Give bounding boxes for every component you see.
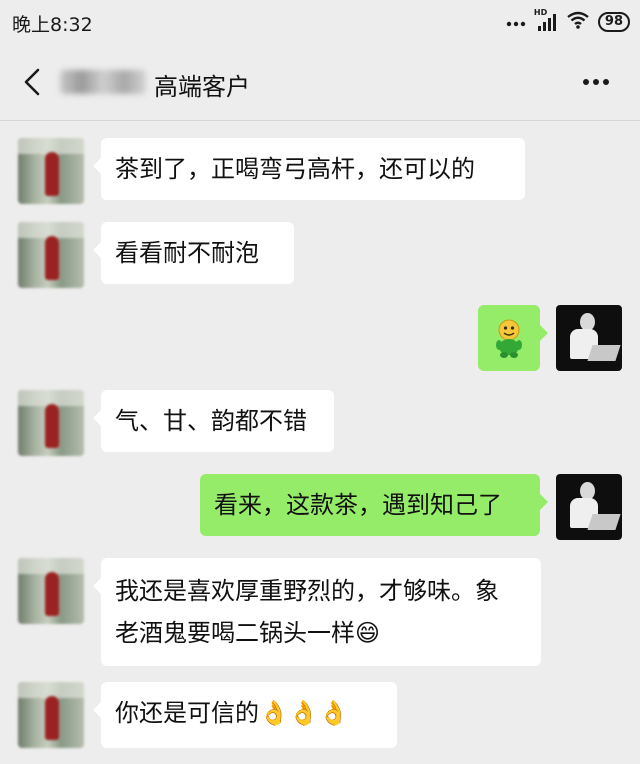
message-text-line: 老酒鬼要喝二锅头一样😄 (115, 619, 381, 647)
message-text: 茶到了，正喝弯弓高杆，还可以的 (115, 155, 475, 183)
blurred-contact-name (60, 70, 146, 94)
back-button[interactable] (18, 64, 48, 100)
message-bubble[interactable]: 我还是喜欢厚重野烈的，才够味。象 老酒鬼要喝二锅头一样😄 (93, 558, 541, 666)
smiling-figure-emoji-icon (496, 319, 522, 358)
status-bar: 晚上8:32 HD 98 (0, 0, 640, 44)
contact-avatar[interactable] (18, 558, 84, 624)
status-icons: HD 98 (506, 8, 630, 34)
message-bubble[interactable]: 茶到了，正喝弯弓高杆，还可以的 (93, 138, 525, 200)
chevron-left-icon (24, 68, 40, 96)
message-text: 你还是可信的👌👌👌 (115, 699, 349, 727)
contact-avatar[interactable] (18, 138, 84, 204)
more-button[interactable] (574, 68, 618, 96)
wifi-icon (566, 10, 590, 34)
cellular-signal-icon: HD (534, 8, 558, 33)
dots-indicator-icon (506, 13, 526, 32)
message-text-line: 我还是喜欢厚重野烈的，才够味。象 (115, 577, 499, 605)
my-avatar[interactable] (556, 474, 622, 540)
message-bubble[interactable]: 你还是可信的👌👌👌 (93, 682, 397, 748)
message-bubble[interactable]: 气、甘、韵都不错 (93, 390, 334, 452)
message-bubble[interactable]: 看来，这款茶，遇到知己了 (200, 474, 548, 536)
more-dots-icon (583, 79, 609, 85)
contact-avatar[interactable] (18, 390, 84, 456)
message-text: 看看耐不耐泡 (115, 239, 259, 267)
chat-header: 高端客户 (0, 44, 640, 121)
my-avatar[interactable] (556, 305, 622, 371)
message-bubble[interactable]: 看看耐不耐泡 (93, 222, 294, 284)
sticker-bubble[interactable] (478, 305, 548, 371)
message-text: 气、甘、韵都不错 (115, 407, 307, 435)
chat-title: 高端客户 (154, 73, 250, 101)
contact-avatar[interactable] (18, 222, 84, 288)
battery-icon: 98 (597, 12, 630, 32)
message-text: 看来，这款茶，遇到知己了 (214, 491, 502, 519)
status-time: 晚上8:32 (12, 14, 93, 36)
contact-avatar[interactable] (18, 682, 84, 748)
